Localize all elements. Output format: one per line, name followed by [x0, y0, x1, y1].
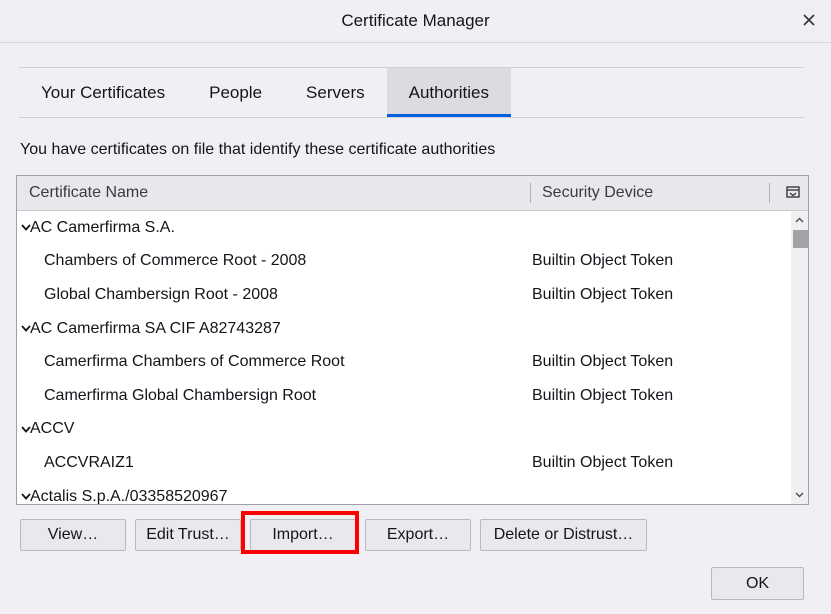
tab-label: Authorities	[408, 82, 489, 102]
security-device: Builtin Object Token	[532, 285, 674, 303]
certificate-manager-dialog: Certificate Manager Your Certificates Pe…	[0, 0, 831, 614]
view-button[interactable]: View…	[20, 519, 126, 551]
tab-label: Servers	[306, 82, 365, 102]
column-header-certificate-name[interactable]: Certificate Name	[29, 176, 148, 210]
scroll-down-icon[interactable]	[791, 487, 808, 503]
tree-row[interactable]: Camerfirma Chambers of Commerce Root Buil…	[17, 345, 790, 379]
certificate-tree[interactable]: Certificate Name Security Device AC Came…	[16, 175, 809, 505]
security-device: Builtin Object Token	[532, 386, 674, 404]
title-bar: Certificate Manager	[0, 0, 831, 43]
scrollbar-thumb[interactable]	[793, 230, 808, 248]
tree-header: Certificate Name Security Device	[17, 176, 808, 211]
column-splitter[interactable]	[769, 183, 770, 203]
certificate-name: Chambers of Commerce Root - 2008	[44, 252, 307, 270]
ok-button[interactable]: OK	[711, 567, 804, 600]
tree-row[interactable]: Global Chambersign Root - 2008 Builtin Ob…	[17, 278, 790, 312]
certificate-name: ACCVRAIZ1	[44, 453, 134, 471]
security-device: Builtin Object Token	[532, 453, 674, 471]
column-header-security-device[interactable]: Security Device	[542, 176, 653, 210]
tab-your-certificates[interactable]: Your Certificates	[19, 68, 187, 117]
vertical-scrollbar[interactable]	[791, 211, 808, 504]
certificate-name: AC Camerfirma S.A.	[30, 218, 175, 236]
tab-people[interactable]: People	[187, 68, 284, 117]
certificate-name: Actalis S.p.A./03358520967	[30, 487, 228, 504]
tab-label: Your Certificates	[41, 82, 166, 102]
certificate-name: AC Camerfirma SA CIF A82743287	[30, 319, 281, 337]
certificate-name: Camerfirma Global Chambersign Root	[44, 386, 317, 404]
tab-strip: Your Certificates People Servers Authori…	[19, 67, 804, 118]
tab-servers[interactable]: Servers	[284, 68, 387, 117]
certificate-name: ACCV	[30, 420, 75, 438]
tree-group-row[interactable]: AC Camerfirma SA CIF A82743287	[17, 312, 790, 346]
import-button[interactable]: Import…	[250, 519, 356, 551]
export-button[interactable]: Export…	[365, 519, 471, 551]
scroll-up-icon[interactable]	[791, 212, 808, 228]
description-text: You have certificates on file that ident…	[20, 141, 496, 158]
certificate-name: Camerfirma Chambers of Commerce Root	[44, 353, 345, 371]
tab-label: People	[209, 82, 263, 102]
tab-authorities[interactable]: Authorities	[386, 68, 512, 117]
tree-group-row[interactable]: AC Camerfirma S.A.	[17, 211, 790, 245]
tree-rows: AC Camerfirma S.A. Chambers of Commerce R…	[17, 211, 790, 504]
column-picker-icon[interactable]	[786, 185, 800, 199]
certificate-name: Global Chambersign Root - 2008	[44, 285, 278, 303]
close-icon[interactable]	[797, 8, 821, 32]
security-device: Builtin Object Token	[532, 252, 674, 270]
column-header-label: Security Device	[542, 184, 654, 201]
tree-row[interactable]: ACCVRAIZ1 Builtin Object Token	[17, 446, 790, 480]
tree-row[interactable]: Chambers of Commerce Root - 2008 Builtin …	[17, 245, 790, 279]
security-device: Builtin Object Token	[532, 353, 674, 371]
column-header-label: Certificate Name	[29, 184, 149, 201]
tree-group-row[interactable]: ACCV	[17, 413, 790, 447]
tree-group-row[interactable]: Actalis S.p.A./03358520967	[17, 480, 790, 504]
tree-row[interactable]: Camerfirma Global Chambersign Root Builti…	[17, 379, 790, 413]
column-splitter[interactable]	[530, 183, 531, 203]
delete-or-distrust-button[interactable]: Delete or Distrust…	[480, 519, 647, 551]
edit-trust-button[interactable]: Edit Trust…	[135, 519, 241, 551]
dialog-title: Certificate Manager	[341, 11, 490, 30]
